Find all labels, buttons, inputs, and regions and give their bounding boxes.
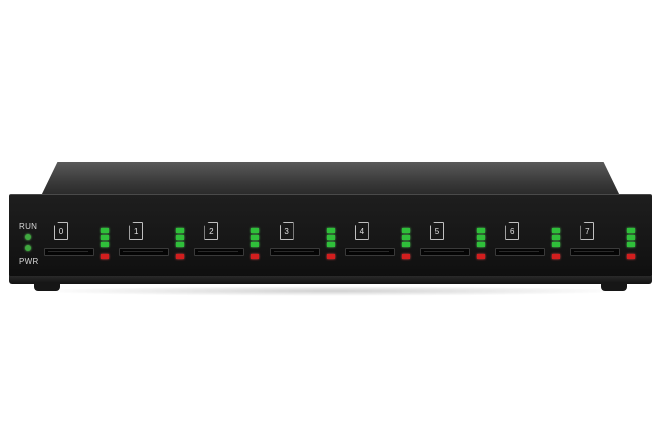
sim-port: 0 xyxy=(44,220,120,260)
sim-port: 7 xyxy=(570,220,646,260)
sim-slot[interactable] xyxy=(194,248,245,256)
pwr-led-icon xyxy=(25,245,31,251)
port-number-label: 7 xyxy=(585,227,590,236)
green-led-icon xyxy=(176,228,185,233)
green-led-icon xyxy=(176,242,185,247)
port-number-label: 5 xyxy=(434,227,440,236)
sim-slot[interactable] xyxy=(44,248,94,256)
signal-led-stack xyxy=(176,228,185,259)
sim-slot[interactable] xyxy=(570,248,621,256)
red-led-icon xyxy=(326,254,335,259)
sim-port: 4 xyxy=(344,220,421,260)
green-led-icon xyxy=(477,242,485,247)
rubber-foot-left xyxy=(34,282,60,291)
port-number-label: 3 xyxy=(284,227,289,236)
green-led-icon xyxy=(326,235,335,240)
device-photo: RUN PWR 0 1 2 3 4 5 6 7 xyxy=(0,0,661,441)
sim-port: 6 xyxy=(495,220,571,260)
green-led-icon xyxy=(101,235,109,240)
sim-slot[interactable] xyxy=(269,248,320,256)
signal-led-stack xyxy=(477,228,486,259)
run-label: RUN xyxy=(19,222,38,231)
green-led-icon xyxy=(401,235,410,240)
signal-led-stack xyxy=(401,228,411,259)
red-led-icon xyxy=(101,254,109,259)
signal-led-stack xyxy=(552,228,561,259)
port-number-label: 2 xyxy=(209,227,214,236)
green-led-icon xyxy=(401,228,410,233)
pwr-label: PWR xyxy=(19,257,39,266)
green-led-icon xyxy=(251,235,260,240)
signal-led-stack xyxy=(101,228,110,259)
green-led-icon xyxy=(627,235,636,240)
sim-slot[interactable] xyxy=(420,248,470,256)
green-led-icon xyxy=(101,242,109,247)
green-led-icon xyxy=(251,242,260,247)
green-led-icon xyxy=(101,228,109,233)
chassis-bottom-edge xyxy=(9,276,652,284)
green-led-icon xyxy=(401,242,410,247)
signal-led-stack xyxy=(627,228,636,259)
red-led-icon xyxy=(176,254,185,259)
sim-slot[interactable] xyxy=(495,248,546,256)
green-led-icon xyxy=(251,228,260,233)
run-led-icon xyxy=(25,234,31,240)
chassis-top xyxy=(40,162,621,198)
green-led-icon xyxy=(552,235,561,240)
port-number-label: 1 xyxy=(133,227,139,236)
port-number-label: 4 xyxy=(359,227,365,236)
drop-shadow xyxy=(30,286,631,296)
green-led-icon xyxy=(477,228,485,233)
green-led-icon xyxy=(627,228,636,233)
red-led-icon xyxy=(477,254,485,259)
signal-led-stack xyxy=(251,228,260,259)
green-led-icon xyxy=(176,235,185,240)
port-number-label: 0 xyxy=(58,227,64,236)
sim-port: 2 xyxy=(194,220,270,260)
green-led-icon xyxy=(326,228,335,233)
green-led-icon xyxy=(627,242,636,247)
red-led-icon xyxy=(627,254,636,259)
green-led-icon xyxy=(477,235,485,240)
sim-port: 1 xyxy=(119,220,195,260)
port-number-label: 6 xyxy=(509,227,515,236)
red-led-icon xyxy=(401,254,410,259)
signal-led-stack xyxy=(326,228,336,259)
green-led-icon xyxy=(326,242,335,247)
sim-port: 5 xyxy=(420,220,496,260)
green-led-icon xyxy=(552,228,561,233)
sim-port: 3 xyxy=(269,220,346,260)
sim-slot[interactable] xyxy=(344,248,395,256)
red-led-icon xyxy=(251,254,260,259)
rubber-foot-right xyxy=(601,282,627,291)
red-led-icon xyxy=(552,254,561,259)
sim-slot[interactable] xyxy=(119,248,170,256)
green-led-icon xyxy=(552,242,561,247)
